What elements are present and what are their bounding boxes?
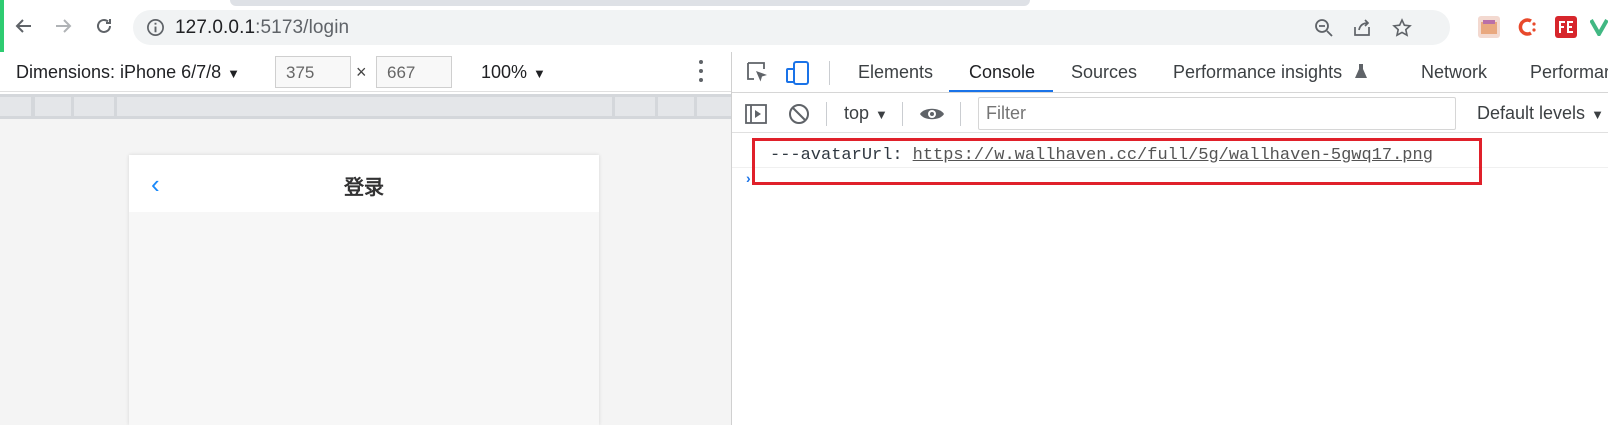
toolbar-separator [829,61,830,85]
tab-performance[interactable]: Performar [1530,62,1608,83]
tab-elements[interactable]: Elements [858,62,933,83]
page-navbar: ‹ 登录 [129,155,599,212]
info-icon[interactable] [146,18,165,37]
share-icon [1354,19,1370,36]
fe-logo-icon [1556,17,1576,37]
device-toggle-icon[interactable] [785,60,811,86]
width-input[interactable]: 375 [275,56,351,88]
url-text: 127.0.0.1:5173/login [175,17,349,39]
url-host: 127.0.0.1 [175,17,256,38]
console-toolbar: top ▼ Default levels ▼ [732,94,1608,133]
tab-sources[interactable]: Sources [1071,62,1137,83]
tab-performance-insights-label: Performance insights [1173,62,1343,82]
reload-button[interactable] [90,12,118,40]
caret-down-icon: ▼ [227,66,240,81]
media-query-ruler [0,94,731,119]
forward-button[interactable] [49,12,77,40]
more-options-icon[interactable] [697,60,705,84]
times-sign: × [356,62,367,82]
caret-down-icon: ▼ [875,107,888,122]
sidebar-toggle-icon[interactable] [744,102,768,126]
c-logo-icon [1518,18,1536,36]
tab-network[interactable]: Network [1421,62,1487,83]
page-title: 登录 [344,177,384,199]
url-path: :5173/login [255,17,350,38]
inspect-element-icon[interactable] [745,60,771,86]
extension-bookmark-icon[interactable] [1478,16,1500,38]
extension-v-icon[interactable] [1590,16,1608,38]
tab-strip [230,0,1030,6]
zoom-label: 100% [481,62,528,82]
arrow-right-icon [56,19,72,33]
eye-icon[interactable] [918,102,946,126]
zoom-out-icon [1315,19,1333,37]
extension-fe-icon[interactable] [1555,16,1577,38]
star-icon [1392,18,1412,37]
zoom-button[interactable] [1313,17,1335,39]
console-prompt[interactable]: › [746,170,751,186]
back-button[interactable] [10,12,38,40]
context-label: top [844,103,870,123]
flask-icon [1355,64,1368,78]
dimensions-label: Dimensions: iPhone 6/7/8 [16,62,222,82]
browser-toolbar: 127.0.0.1:5173/login [0,0,1608,52]
devtools-tabbar: Elements Console Sources Performance ins… [732,52,1608,93]
folder-icon [1481,20,1497,34]
caret-down-icon: ▼ [533,66,546,81]
annotation-highlight-box [752,138,1482,185]
height-input[interactable]: 667 [376,56,452,88]
filter-input[interactable] [978,97,1456,130]
dimensions-select[interactable]: Dimensions: iPhone 6/7/8 ▼ [16,62,240,83]
log-levels-select[interactable]: Default levels ▼ [1477,103,1604,124]
active-tab-indicator [949,90,1053,92]
context-select[interactable]: top ▼ [844,103,888,124]
address-bar[interactable]: 127.0.0.1:5173/login [133,10,1450,45]
log-levels-label: Default levels [1477,103,1586,123]
arrow-left-icon [15,19,31,33]
toolbar-separator [960,102,961,126]
bookmark-button[interactable] [1391,17,1413,39]
toolbar-separator [902,102,903,126]
share-button[interactable] [1351,17,1373,39]
toolbar-separator [826,102,827,126]
v-logo-icon [1590,19,1608,36]
tab-console[interactable]: Console [969,62,1035,83]
zoom-select[interactable]: 100% ▼ [481,62,546,83]
tab-performance-insights[interactable]: Performance insights [1173,62,1369,83]
caret-down-icon: ▼ [1591,107,1604,122]
reload-icon [97,18,111,33]
clear-console-icon[interactable] [787,102,811,126]
device-toolbar: Dimensions: iPhone 6/7/8 ▼ 375 × 667 100%… [0,52,731,92]
extension-c-icon[interactable] [1516,16,1538,38]
emulated-page: ‹ 登录 [129,155,599,425]
